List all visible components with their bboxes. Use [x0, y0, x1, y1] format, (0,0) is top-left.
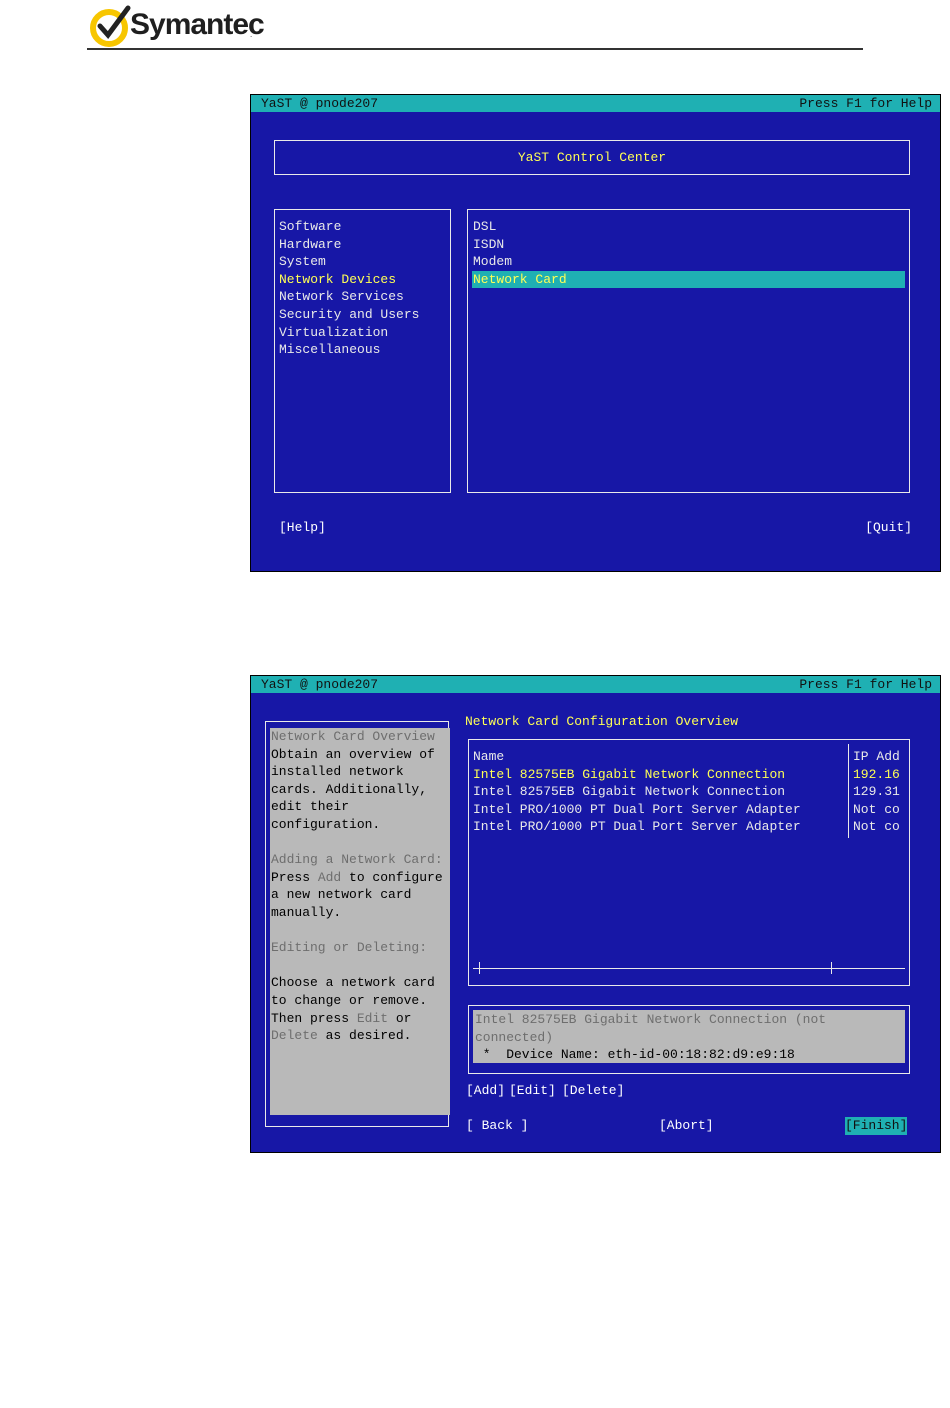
header-box: YaST Control Center [274, 140, 910, 175]
help-heading: Adding a Network Card: [271, 852, 443, 868]
module-item[interactable]: ISDN [473, 236, 504, 254]
table-cell-ip[interactable]: 129.31 [853, 783, 900, 801]
table-row[interactable]: Intel 82575EB Gigabit Network Connection [473, 783, 785, 801]
detail-box: Intel 82575EB Gigabit Network Connection… [468, 1005, 910, 1074]
module-list: DSL ISDN Modem Network Card [467, 209, 910, 493]
detail-status: connected) [475, 1029, 554, 1045]
table-cell-ip[interactable]: 192.16 [853, 766, 900, 784]
window-title: YaST @ pnode207 [261, 96, 379, 111]
help-hint: Press F1 for Help [799, 677, 932, 692]
finish-button[interactable]: [Finish] [845, 1117, 908, 1135]
table-cell-ip[interactable]: Not co [853, 801, 900, 819]
table-row[interactable]: Intel PRO/1000 PT Dual Port Server Adapt… [473, 818, 801, 836]
add-button[interactable]: [Add] [466, 1082, 505, 1100]
detail-title: Intel 82575EB Gigabit Network Connection… [475, 1012, 827, 1027]
checkmark-icon [90, 5, 131, 47]
category-item[interactable]: Hardware [279, 236, 341, 254]
abort-button[interactable]: [Abort] [659, 1117, 714, 1135]
scrollbar-thumb-edge[interactable] [831, 962, 832, 974]
control-center-header: YaST Control Center [517, 150, 667, 165]
window-title: YaST @ pnode207 [261, 677, 379, 692]
brand-tm: . [250, 30, 253, 39]
back-button[interactable]: [ Back ] [466, 1117, 528, 1135]
category-item[interactable]: Software [279, 218, 341, 236]
table-cell-ip[interactable]: Not co [853, 818, 900, 836]
help-text: Network Card Overview Obtain an overview… [270, 728, 450, 1115]
title-bar: YaST @ pnode207 Press F1 for Help [251, 676, 940, 693]
column-divider [848, 744, 849, 838]
horizontal-scrollbar[interactable] [473, 968, 905, 969]
category-list: Software Hardware System Network Devices… [274, 209, 451, 493]
table-row[interactable]: Intel PRO/1000 PT Dual Port Server Adapt… [473, 801, 801, 819]
category-item[interactable]: System [279, 253, 326, 271]
title-bar: YaST @ pnode207 Press F1 for Help [251, 95, 940, 112]
quit-button[interactable]: [Quit] [865, 519, 912, 537]
help-paragraph: Choose a network card to change or remov… [271, 975, 435, 1044]
scrollbar-left-cap [479, 962, 480, 974]
page-heading: Network Card Configuration Overview [465, 714, 739, 729]
module-item[interactable]: Modem [473, 253, 512, 271]
help-paragraph: Obtain an overview of installed network … [271, 746, 435, 832]
edit-button[interactable]: [Edit] [509, 1082, 556, 1100]
detail-panel: Intel 82575EB Gigabit Network Connection… [473, 1010, 905, 1063]
delete-button[interactable]: [Delete] [562, 1082, 624, 1100]
category-item-selected[interactable]: Network Devices [279, 271, 396, 289]
help-heading: Editing or Deleting: [271, 940, 428, 956]
category-item[interactable]: Network Services [279, 288, 404, 306]
module-item[interactable]: DSL [473, 218, 496, 236]
category-item[interactable]: Security and Users [279, 306, 419, 324]
category-item[interactable]: Miscellaneous [279, 341, 380, 359]
help-panel: Network Card Overview Obtain an overview… [265, 721, 450, 1127]
network-card-table: Name IP Add Intel 82575EB Gigabit Networ… [468, 739, 910, 986]
yast-control-center-window: YaST @ pnode207 Press F1 for Help YaST C… [250, 94, 941, 572]
column-header-name[interactable]: Name [473, 748, 504, 766]
help-heading: Network Card Overview [271, 729, 435, 744]
help-hint: Press F1 for Help [799, 96, 932, 111]
category-item[interactable]: Virtualization [279, 324, 388, 342]
column-header-ip[interactable]: IP Add [853, 748, 900, 766]
table-row[interactable]: Intel 82575EB Gigabit Network Connection [473, 766, 785, 784]
brand-name: Symantec [130, 8, 265, 41]
help-paragraph: Press Add to configure a new network car… [271, 869, 443, 920]
module-item-selected[interactable]: Network Card [472, 270, 905, 289]
network-card-overview-window: YaST @ pnode207 Press F1 for Help Networ… [250, 675, 941, 1153]
detail-device-name: * Device Name: eth-id-00:18:82:d9:e9:18 [475, 1047, 795, 1063]
header-rule [87, 48, 863, 50]
help-button[interactable]: [Help] [279, 519, 326, 537]
